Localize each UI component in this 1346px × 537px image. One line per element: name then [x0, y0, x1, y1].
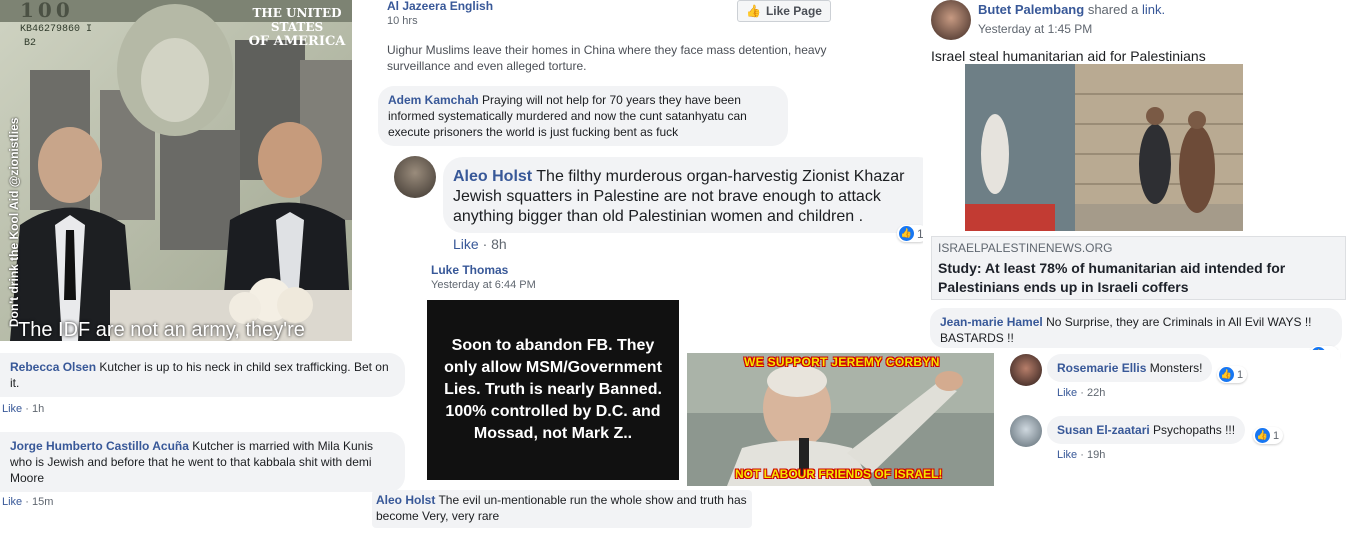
separator-dot: · [1080, 449, 1087, 461]
comment-actions: Like · 15m [2, 496, 53, 508]
comment-actions: Like · 1h [2, 403, 44, 415]
like-link[interactable]: Like [453, 236, 479, 252]
comment-bubble: Aleo Holst The filthy murderous organ-ha… [443, 157, 938, 233]
money-photo-illustration [0, 0, 352, 341]
image-caption: The IDF are not an army, they're [18, 319, 305, 341]
text-card-image: Soon to abandon FB. They only allow MSM/… [427, 300, 679, 480]
like-link[interactable]: Like [1057, 449, 1077, 461]
thumbs-up-icon: 👍 [1255, 428, 1270, 443]
comment-time: 19h [1086, 449, 1106, 461]
link-domain: ISRAELPALESTINENEWS.ORG [938, 241, 1113, 255]
comment-time: 15m [31, 496, 54, 508]
comment-rebecca: Rebecca Olsen Kutcher is up to his neck … [0, 353, 405, 397]
post-header: Butet Palembang shared a link. [978, 2, 1165, 17]
separator-dot: · [1080, 387, 1087, 399]
reaction-number: 1 [1237, 368, 1244, 381]
comment-bubble: Rosemarie Ellis Monsters! [1047, 354, 1213, 382]
bill-serial-number-2: B2 [24, 38, 37, 49]
aljazeera-post: Al Jazeera English 10 hrs 👍 Like Page Ui… [375, 0, 845, 85]
separator-dot: · [25, 403, 32, 415]
comment-actions: Like · 19h [1057, 449, 1105, 461]
text-card-text: Soon to abandon FB. They only allow MSM/… [444, 337, 662, 442]
post-action: shared a [1087, 2, 1139, 17]
commenter-name-link[interactable]: Adem Kamchah [388, 93, 479, 107]
like-link[interactable]: Like [2, 496, 22, 508]
meme-bottom-text: NOT LABOUR FRIENDS OF ISRAEL! [735, 467, 943, 481]
comment-text: Monsters! [1149, 361, 1203, 375]
like-page-icon: 👍 [746, 4, 761, 18]
comment-time: 8h [491, 236, 507, 252]
post-text: Uighur Muslims leave their homes in Chin… [387, 43, 827, 73]
comment-aleo-small: Aleo Holst The evil un-mentionable run t… [372, 490, 752, 528]
aid-warehouse-illustration [965, 64, 1243, 231]
link-preview-box[interactable]: ISRAELPALESTINENEWS.ORG Study: At least … [931, 236, 1346, 300]
commenter-name-link[interactable]: Rebecca Olsen [10, 360, 96, 374]
bill-title: THE UNITED STATES OF AMERICA [242, 6, 352, 49]
avatar[interactable] [1010, 354, 1042, 386]
poster-name-link[interactable]: Luke Thomas [431, 263, 508, 277]
post-text: Israel steal humanitarian aid for Palest… [931, 48, 1206, 64]
link-title: Study: At least 78% of humanitarian aid … [938, 260, 1286, 295]
commenter-name-link[interactable]: Aleo Holst [453, 168, 532, 185]
commenter-name-link[interactable]: Susan El-zaatari [1057, 423, 1150, 437]
thumbs-up-icon: 👍 [1219, 367, 1234, 382]
commenter-name-link[interactable]: Jorge Humberto Castillo Acuña [10, 439, 189, 453]
post-time: Yesterday at 1:45 PM [978, 22, 1093, 36]
post-time: Yesterday at 6:44 PM [431, 279, 536, 291]
avatar[interactable] [931, 0, 971, 40]
like-link[interactable]: Like [1057, 387, 1077, 399]
comment-actions: Like · 8h [453, 236, 507, 252]
watermark-text: Don't drink the Kool Aid @zionistlies [7, 117, 21, 327]
page-name-link[interactable]: Al Jazeera English [387, 0, 493, 13]
like-page-label: Like Page [765, 4, 822, 18]
avatar[interactable] [394, 156, 436, 198]
commenter-name-link[interactable]: Jean-marie Hamel [940, 315, 1043, 329]
comment-time: 1h [31, 403, 45, 415]
butet-post: Butet Palembang shared a link. Yesterday… [923, 0, 1346, 305]
comment-adem: Adem Kamchah Praying will not help for 7… [378, 86, 788, 146]
avatar[interactable] [1010, 415, 1042, 447]
comment-actions: Like · 22h [1057, 387, 1105, 399]
reaction-count[interactable]: 👍 1 [1217, 366, 1248, 383]
meme-top-text: WE SUPPORT JEREMY CORBYN [744, 355, 940, 369]
reaction-number: 1 [1273, 429, 1280, 442]
separator-dot: · [482, 236, 492, 252]
corbyn-photo-image: WE SUPPORT JEREMY CORBYN NOT LABOUR FRIE… [687, 353, 994, 486]
comment-jeanmarie: Jean-marie Hamel No Surprise, they are C… [930, 308, 1342, 348]
shared-link[interactable]: link. [1142, 2, 1165, 17]
link-preview-image[interactable] [965, 64, 1243, 231]
comment-jorge: Jorge Humberto Castillo Acuña Kutcher is… [0, 432, 405, 492]
bill-title-line2: OF AMERICA [248, 34, 346, 49]
comment-aleo-large: Aleo Holst The filthy murderous organ-ha… [365, 150, 940, 262]
bill-serial-number: KB46279860 I [20, 24, 93, 35]
comment-bubble: Susan El-zaatari Psychopaths !!! [1047, 416, 1246, 444]
thumbs-up-icon: 👍 [899, 226, 914, 241]
comment-susan: Susan El-zaatari Psychopaths !!! 👍 1 Lik… [1005, 410, 1340, 490]
commenter-name-link[interactable]: Rosemarie Ellis [1057, 361, 1146, 375]
bill-title-line1: THE UNITED STATES [252, 6, 342, 34]
commenter-name-link[interactable]: Aleo Holst [376, 493, 435, 507]
like-link[interactable]: Like [2, 403, 22, 415]
poster-name-link[interactable]: Butet Palembang [978, 2, 1084, 17]
separator-dot: · [25, 496, 32, 508]
comment-time: 22h [1086, 387, 1106, 399]
post-time: 10 hrs [387, 15, 418, 27]
like-page-button[interactable]: 👍 Like Page [737, 0, 831, 22]
money-photo-image: 100 KB46279860 I B2 THE UNITED STATES OF… [0, 0, 352, 341]
bill-top-number: 100 [20, 0, 74, 22]
reaction-count[interactable]: 👍 1 [1253, 427, 1284, 444]
comment-rosemarie: Rosemarie Ellis Monsters! 👍 1 Like · 22h [1005, 350, 1340, 405]
comment-text: Psychopaths !!! [1153, 423, 1236, 437]
